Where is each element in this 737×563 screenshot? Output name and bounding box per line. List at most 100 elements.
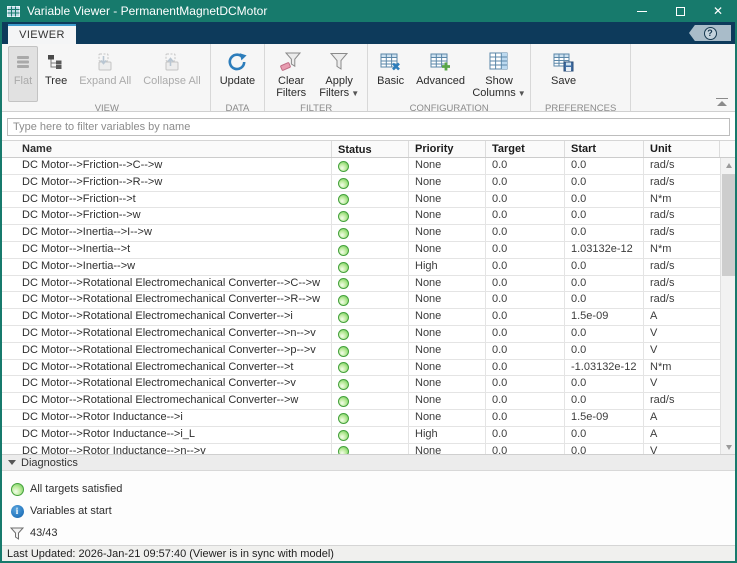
- target-cell: 0.0: [486, 241, 565, 258]
- variable-name: DC Motor-->Rotational Electromechanical …: [2, 309, 332, 325]
- target-cell: 0.0: [486, 258, 565, 275]
- priority-cell: None: [409, 241, 486, 258]
- table-row[interactable]: DC Motor-->Inertia-->I-->w None 0.0 0.0 rad/…: [2, 225, 720, 242]
- table-row[interactable]: DC Motor-->Inertia-->w High 0.0 0.0 rad/s: [2, 258, 720, 276]
- column-header-start[interactable]: Start: [565, 141, 644, 157]
- save-button[interactable]: Save: [546, 46, 581, 102]
- column-header-name[interactable]: Name: [2, 141, 332, 157]
- status-cell: [332, 292, 409, 309]
- toolbar-group-preferences: Save PREFERENCES: [531, 44, 632, 114]
- flat-button[interactable]: Flat: [8, 46, 38, 102]
- start-cell: 1.5e-09: [565, 309, 644, 325]
- toolbar-group-configuration: Basic Advanced Show Columns ▼ CONFIGURAT…: [368, 44, 532, 114]
- scrollbar-thumb[interactable]: [722, 174, 735, 276]
- status-cell: [332, 174, 409, 191]
- table-row[interactable]: DC Motor-->Rotational Electromechanical …: [2, 359, 720, 377]
- variable-name: DC Motor-->Inertia-->t: [2, 241, 332, 258]
- status-cell: [332, 325, 409, 342]
- table-row[interactable]: DC Motor-->Rotational Electromechanical …: [2, 376, 720, 394]
- status-cell: [332, 443, 409, 454]
- status-ok-icon: [338, 429, 349, 441]
- table-row[interactable]: DC Motor-->Friction-->C-->w None 0.0 0.0 rad…: [2, 158, 720, 175]
- help-icon: ?: [703, 26, 717, 40]
- table-row[interactable]: DC Motor-->Rotational Electromechanical …: [2, 342, 720, 360]
- show-columns-button[interactable]: Show Columns ▼: [472, 46, 526, 102]
- priority-cell: None: [409, 174, 486, 191]
- column-header-unit[interactable]: Unit: [644, 141, 720, 157]
- group-label-filter: FILTER: [300, 103, 333, 114]
- expand-all-label: Expand All: [79, 75, 132, 87]
- table-row[interactable]: DC Motor-->Rotor Inductance-->n-->v None 0…: [2, 443, 720, 454]
- start-cell: 0.0: [565, 325, 644, 342]
- status-cell: [332, 393, 409, 409]
- close-button[interactable]: ✕: [699, 0, 735, 22]
- table-row[interactable]: DC Motor-->Rotational Electromechanical …: [2, 292, 720, 310]
- column-header-target[interactable]: Target: [486, 141, 565, 157]
- table-row[interactable]: DC Motor-->Friction-->w None 0.0 0.0 rad/s: [2, 208, 720, 226]
- table-row[interactable]: DC Motor-->Friction-->R-->w None 0.0 0.0 rad…: [2, 174, 720, 192]
- chevron-down-icon: ▼: [351, 89, 360, 99]
- variable-name: DC Motor-->Friction-->R-->w: [2, 174, 332, 191]
- unit-cell: rad/s: [650, 259, 675, 272]
- variables-table: Name Status Priority Target Start Unit D…: [2, 140, 735, 454]
- column-header-status[interactable]: Status: [332, 141, 409, 157]
- variable-name: DC Motor-->Friction-->w: [2, 208, 332, 225]
- target-cell: 0.0: [486, 409, 565, 426]
- table-row[interactable]: DC Motor-->Rotor Inductance-->i None 0.0 1.…: [2, 409, 720, 427]
- target-cell: 0.0: [486, 359, 565, 376]
- flat-list-icon: [15, 50, 31, 74]
- diagnostic-item-variables: i Variables at start: [10, 500, 735, 522]
- priority-cell: None: [409, 158, 486, 174]
- diagnostics-header[interactable]: Diagnostics: [2, 454, 735, 471]
- collapse-all-button[interactable]: Collapse All: [138, 46, 205, 102]
- variable-name: DC Motor-->Rotational Electromechanical …: [2, 376, 332, 393]
- apply-filters-button[interactable]: Apply Filters ▼: [315, 46, 363, 102]
- help-button[interactable]: ?: [689, 25, 731, 41]
- filter-input[interactable]: [7, 118, 730, 136]
- status-ok-icon: [338, 312, 349, 324]
- update-button[interactable]: Update: [215, 46, 260, 102]
- close-icon: ✕: [712, 4, 724, 18]
- column-header-priority[interactable]: Priority: [409, 141, 486, 157]
- table-row[interactable]: DC Motor-->Rotational Electromechanical …: [2, 275, 720, 293]
- variable-viewer-window: Variable Viewer - PermanentMagnetDCMotor…: [0, 0, 737, 563]
- diagnostic-item-filter-count: 43/43: [10, 522, 735, 544]
- vertical-scrollbar[interactable]: [720, 158, 735, 454]
- triangle-down-icon: [725, 444, 732, 450]
- table-row[interactable]: DC Motor-->Rotational Electromechanical …: [2, 325, 720, 343]
- variable-name: DC Motor-->Rotational Electromechanical …: [2, 342, 332, 359]
- clear-filters-button[interactable]: Clear Filters: [269, 46, 313, 102]
- tab-strip: VIEWER ?: [2, 22, 735, 44]
- status-cell: [332, 309, 409, 325]
- target-cell: 0.0: [486, 426, 565, 443]
- filter-count-text: 43/43: [30, 527, 58, 539]
- table-row[interactable]: DC Motor-->Rotor Inductance-->i_L High 0.0…: [2, 426, 720, 444]
- unit-cell: V: [650, 326, 658, 339]
- table-row[interactable]: DC Motor-->Inertia-->t None 0.0 1.03132e-12…: [2, 241, 720, 259]
- table-row[interactable]: DC Motor-->Friction-->t None 0.0 0.0 N*m: [2, 191, 720, 209]
- variable-name: DC Motor-->Rotational Electromechanical …: [2, 325, 332, 342]
- expand-all-button[interactable]: Expand All: [74, 46, 136, 102]
- advanced-button[interactable]: Advanced: [411, 46, 470, 102]
- status-cell: [332, 275, 409, 292]
- status-cell: [332, 158, 409, 174]
- collapse-toolbar-button[interactable]: [716, 98, 728, 106]
- priority-cell: None: [409, 225, 486, 241]
- start-cell: 0.0: [565, 158, 644, 174]
- scroll-up-button[interactable]: [721, 158, 735, 172]
- chevron-down-icon: ▼: [517, 89, 526, 99]
- status-cell: [332, 208, 409, 225]
- unit-cell: rad/s: [650, 209, 675, 222]
- basic-button[interactable]: Basic: [372, 46, 409, 102]
- maximize-button[interactable]: [661, 0, 699, 22]
- table-row[interactable]: DC Motor-->Rotational Electromechanical …: [2, 309, 720, 326]
- variables-table-body: DC Motor-->Friction-->C-->w None 0.0 0.0 rad…: [2, 158, 720, 454]
- tree-button[interactable]: Tree: [40, 46, 72, 102]
- target-cell: 0.0: [486, 292, 565, 309]
- scroll-down-button[interactable]: [721, 440, 735, 454]
- table-row[interactable]: DC Motor-->Rotational Electromechanical …: [2, 393, 720, 410]
- tab-viewer[interactable]: VIEWER: [8, 24, 76, 44]
- tree-hierarchy-icon: [47, 50, 65, 74]
- target-cell: 0.0: [486, 191, 565, 208]
- minimize-button[interactable]: [623, 0, 661, 22]
